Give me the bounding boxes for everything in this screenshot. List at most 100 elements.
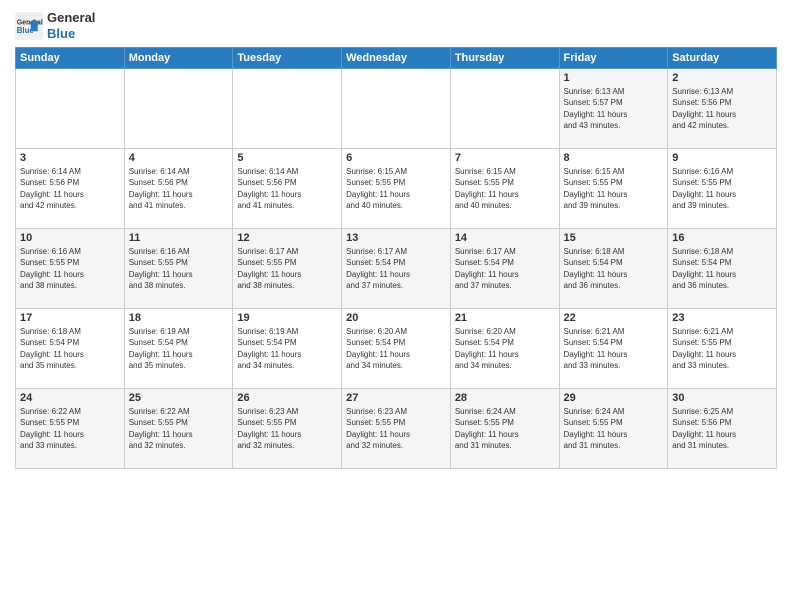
day-number: 6 [346,152,446,164]
day-info: Sunrise: 6:24 AM Sunset: 5:55 PM Dayligh… [455,406,555,451]
day-number: 22 [564,312,664,324]
week-row-4: 17 Sunrise: 6:18 AM Sunset: 5:54 PM Dayli… [16,309,777,389]
weekday-header-sunday: Sunday [16,48,125,69]
day-info: Sunrise: 6:14 AM Sunset: 5:56 PM Dayligh… [237,166,337,211]
calendar-cell [342,69,451,149]
day-info: Sunrise: 6:13 AM Sunset: 5:56 PM Dayligh… [672,86,772,131]
weekday-header-monday: Monday [124,48,233,69]
day-info: Sunrise: 6:16 AM Sunset: 5:55 PM Dayligh… [129,246,229,291]
day-number: 17 [20,312,120,324]
calendar-cell: 25Sunrise: 6:22 AM Sunset: 5:55 PM Dayli… [124,389,233,469]
day-info: Sunrise: 6:23 AM Sunset: 5:55 PM Dayligh… [237,406,337,451]
calendar-cell: 12 Sunrise: 6:17 AM Sunset: 5:55 PM Dayli… [233,229,342,309]
day-info: Sunrise: 6:19 AM Sunset: 5:54 PM Dayligh… [129,326,229,371]
calendar-cell: 7 Sunrise: 6:15 AM Sunset: 5:55 PM Daylig… [450,149,559,229]
week-row-3: 10 Sunrise: 6:16 AM Sunset: 5:55 PM Dayli… [16,229,777,309]
day-info: Sunrise: 6:23 AM Sunset: 5:55 PM Dayligh… [346,406,446,451]
calendar-cell: 1 Sunrise: 6:13 AM Sunset: 5:57 PM Daylig… [559,69,668,149]
weekday-header-wednesday: Wednesday [342,48,451,69]
day-info: Sunrise: 6:17 AM Sunset: 5:55 PM Dayligh… [237,246,337,291]
day-number: 9 [672,152,772,164]
day-info: Sunrise: 6:18 AM Sunset: 5:54 PM Dayligh… [564,246,664,291]
day-info: Sunrise: 6:19 AM Sunset: 5:54 PM Dayligh… [237,326,337,371]
day-number: 7 [455,152,555,164]
day-number: 30 [672,392,772,404]
day-number: 2 [672,72,772,84]
logo-text-general: General [47,10,95,26]
day-info: Sunrise: 6:16 AM Sunset: 5:55 PM Dayligh… [20,246,120,291]
page: General Blue General Blue SundayMondayTu… [0,0,792,612]
day-number: 13 [346,232,446,244]
day-info: Sunrise: 6:15 AM Sunset: 5:55 PM Dayligh… [455,166,555,211]
calendar-cell: 19 Sunrise: 6:19 AM Sunset: 5:54 PM Dayli… [233,309,342,389]
day-info: Sunrise: 6:24 AM Sunset: 5:55 PM Dayligh… [564,406,664,451]
calendar-cell: 3Sunrise: 6:14 AM Sunset: 5:56 PM Daylig… [16,149,125,229]
calendar-cell: 23Sunrise: 6:21 AM Sunset: 5:55 PM Dayli… [668,309,777,389]
day-info: Sunrise: 6:20 AM Sunset: 5:54 PM Dayligh… [455,326,555,371]
logo-icon: General Blue [15,12,43,40]
weekday-header-tuesday: Tuesday [233,48,342,69]
day-number: 19 [237,312,337,324]
day-number: 16 [672,232,772,244]
day-info: Sunrise: 6:21 AM Sunset: 5:54 PM Dayligh… [564,326,664,371]
day-info: Sunrise: 6:21 AM Sunset: 5:55 PM Dayligh… [672,326,772,371]
calendar-cell: 28 Sunrise: 6:24 AM Sunset: 5:55 PM Dayli… [450,389,559,469]
calendar-cell [16,69,125,149]
calendar-cell: 10 Sunrise: 6:16 AM Sunset: 5:55 PM Dayli… [16,229,125,309]
weekday-header-thursday: Thursday [450,48,559,69]
calendar-cell: 30Sunrise: 6:25 AM Sunset: 5:56 PM Dayli… [668,389,777,469]
weekday-header-row: SundayMondayTuesdayWednesdayThursdayFrid… [16,48,777,69]
day-number: 1 [564,72,664,84]
day-info: Sunrise: 6:20 AM Sunset: 5:54 PM Dayligh… [346,326,446,371]
day-number: 3 [20,152,120,164]
calendar-cell [450,69,559,149]
day-info: Sunrise: 6:18 AM Sunset: 5:54 PM Dayligh… [672,246,772,291]
day-info: Sunrise: 6:22 AM Sunset: 5:55 PM Dayligh… [20,406,120,451]
day-number: 14 [455,232,555,244]
day-number: 20 [346,312,446,324]
day-number: 15 [564,232,664,244]
calendar-cell: 5 Sunrise: 6:14 AM Sunset: 5:56 PM Daylig… [233,149,342,229]
day-number: 11 [129,232,229,244]
day-info: Sunrise: 6:17 AM Sunset: 5:54 PM Dayligh… [455,246,555,291]
calendar-cell [124,69,233,149]
calendar-cell: 18Sunrise: 6:19 AM Sunset: 5:54 PM Dayli… [124,309,233,389]
calendar-cell: 22 Sunrise: 6:21 AM Sunset: 5:54 PM Dayli… [559,309,668,389]
calendar-cell: 29 Sunrise: 6:24 AM Sunset: 5:55 PM Dayli… [559,389,668,469]
day-info: Sunrise: 6:13 AM Sunset: 5:57 PM Dayligh… [564,86,664,131]
day-number: 29 [564,392,664,404]
day-info: Sunrise: 6:14 AM Sunset: 5:56 PM Dayligh… [129,166,229,211]
day-number: 27 [346,392,446,404]
calendar-cell: 17 Sunrise: 6:18 AM Sunset: 5:54 PM Dayli… [16,309,125,389]
calendar-cell: 16 Sunrise: 6:18 AM Sunset: 5:54 PM Dayli… [668,229,777,309]
day-number: 5 [237,152,337,164]
day-number: 26 [237,392,337,404]
calendar-table: SundayMondayTuesdayWednesdayThursdayFrid… [15,47,777,469]
calendar-cell: 6Sunrise: 6:15 AM Sunset: 5:55 PM Daylig… [342,149,451,229]
day-info: Sunrise: 6:15 AM Sunset: 5:55 PM Dayligh… [564,166,664,211]
day-number: 28 [455,392,555,404]
weekday-header-saturday: Saturday [668,48,777,69]
calendar-cell: 20 Sunrise: 6:20 AM Sunset: 5:54 PM Dayli… [342,309,451,389]
day-info: Sunrise: 6:16 AM Sunset: 5:55 PM Dayligh… [672,166,772,211]
day-number: 4 [129,152,229,164]
calendar-cell: 24 Sunrise: 6:22 AM Sunset: 5:55 PM Dayli… [16,389,125,469]
day-info: Sunrise: 6:22 AM Sunset: 5:55 PM Dayligh… [129,406,229,451]
day-number: 12 [237,232,337,244]
logo-text-blue: Blue [47,26,95,42]
calendar-cell [233,69,342,149]
calendar-cell: 13 Sunrise: 6:17 AM Sunset: 5:54 PM Dayli… [342,229,451,309]
week-row-1: 1 Sunrise: 6:13 AM Sunset: 5:57 PM Daylig… [16,69,777,149]
day-number: 10 [20,232,120,244]
calendar-cell: 8Sunrise: 6:15 AM Sunset: 5:55 PM Daylig… [559,149,668,229]
calendar-cell: 26 Sunrise: 6:23 AM Sunset: 5:55 PM Dayli… [233,389,342,469]
header: General Blue General Blue [15,10,777,41]
day-number: 24 [20,392,120,404]
day-info: Sunrise: 6:18 AM Sunset: 5:54 PM Dayligh… [20,326,120,371]
calendar-cell: 14 Sunrise: 6:17 AM Sunset: 5:54 PM Dayli… [450,229,559,309]
day-info: Sunrise: 6:17 AM Sunset: 5:54 PM Dayligh… [346,246,446,291]
weekday-header-friday: Friday [559,48,668,69]
calendar-cell: 15 Sunrise: 6:18 AM Sunset: 5:54 PM Dayli… [559,229,668,309]
week-row-2: 3 Sunrise: 6:14 AM Sunset: 5:56 PM Daylig… [16,149,777,229]
calendar-cell: 2 Sunrise: 6:13 AM Sunset: 5:56 PM Daylig… [668,69,777,149]
